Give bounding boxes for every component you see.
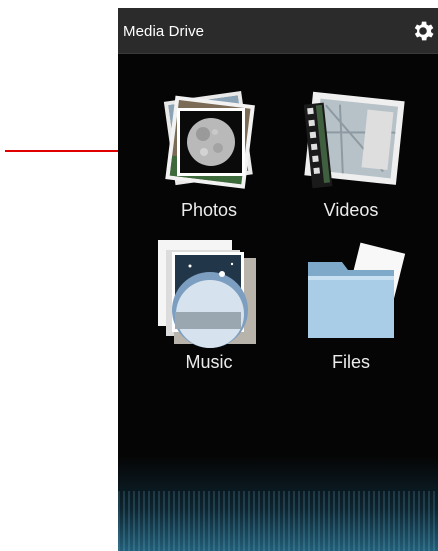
gear-icon [414,21,434,41]
music-albums-icon [158,240,256,348]
tile-files-label: Files [331,352,370,372]
tile-music-label: Music [185,352,233,372]
tile-photos-label: Photos [180,200,238,220]
app-title: Media Drive [123,23,205,40]
tile-files[interactable]: Files [286,240,416,380]
folder-icon [308,242,406,338]
photos-stack-icon [163,91,255,189]
action-bar: Media Drive [118,8,438,54]
tile-photos[interactable]: Photos [144,88,274,228]
settings-button[interactable] [406,14,438,48]
tile-music[interactable]: Music [144,240,274,380]
bottom-glow-lines [118,491,438,551]
tile-videos-label: Videos [323,200,379,220]
app-screen: Media Drive Photos Videos Music Files [118,8,438,551]
videos-filmstrip-icon [303,91,405,189]
tile-videos[interactable]: Videos [286,88,416,228]
